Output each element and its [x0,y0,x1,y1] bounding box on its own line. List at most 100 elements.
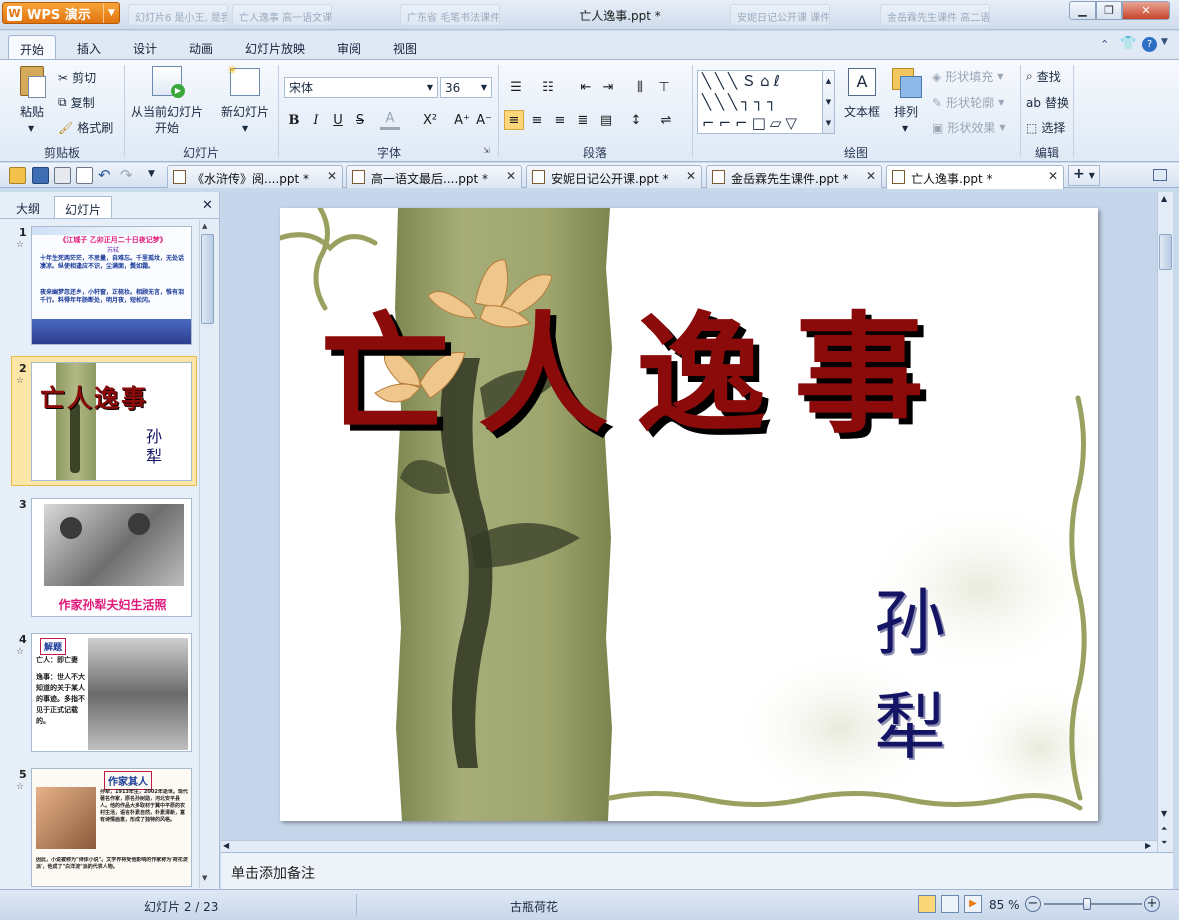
close-pane-icon[interactable]: ✕ [202,198,213,213]
undo-icon[interactable]: ↶ [98,166,111,184]
zoom-slider-track[interactable] [1044,903,1142,905]
scroll-right-icon[interactable]: ▶ [1145,841,1151,850]
shrink-font-button[interactable]: A⁻ [474,110,494,130]
slide-canvas[interactable]: 亡人逸事 孙 犁 [280,208,1098,821]
numbering-button[interactable]: ☷ [538,77,558,97]
help-icon[interactable]: ? [1142,37,1157,52]
thumb-scrollbar[interactable]: ▲ ▼ [199,220,215,888]
print-icon[interactable] [54,167,71,184]
italic-button[interactable]: I [306,110,326,130]
doc-tab[interactable]: 安妮日记公开课.ppt * ✕ [526,165,702,188]
slide-thumbnail[interactable]: 作家其人 孙犁，1913年生，2002年逝世。现代著名作家，原名孙树勋，河北安平… [31,768,192,887]
close-tab-icon[interactable]: ✕ [866,169,876,183]
slide-thumbnail[interactable]: 作家孙犁夫妇生活照 [31,498,192,617]
save-icon[interactable] [32,167,49,184]
normal-view-icon[interactable] [918,895,936,913]
slide-thumbnail-selected[interactable]: 亡人逸事 孙 犁 [31,362,192,481]
replace-button[interactable]: ab 替换 [1026,94,1069,111]
bullets-button[interactable]: ☰ [506,77,526,97]
slideshow-view-icon[interactable]: ▶ [964,895,982,913]
close-tab-icon[interactable]: ✕ [686,169,696,183]
font-color-button[interactable]: A [380,110,400,130]
slide-thumbnail[interactable]: 《江城子 乙卯正月二十日夜记梦》 苏轼 十年生死两茫茫，不思量，自难忘。千里孤坟… [31,226,192,345]
shape-fill-button[interactable]: ◈ 形状填充 ▼ [932,68,1003,85]
ribbon-collapse-icon[interactable]: ⌃ [1100,38,1109,51]
align-center-button[interactable]: ≡ [527,110,547,130]
underline-button[interactable]: U [328,110,348,130]
help-dropdown-icon[interactable]: ▼ [1161,37,1168,47]
slide-author-2[interactable]: 犁 [874,668,946,773]
slide-thumbnail[interactable]: 解题 亡人：即亡妻 逸事：世人不大知道的关于某人的事迹。多指不见于正式记载的。 [31,633,192,752]
grow-font-button[interactable]: A⁺ [452,110,472,130]
decrease-indent-button[interactable]: ⇤ [576,77,596,97]
skin-icon[interactable]: 👕 [1120,36,1136,51]
tab-slides[interactable]: 幻灯片 [54,196,113,218]
prev-slide-icon[interactable]: ⏶ [1161,824,1167,834]
tab-view[interactable]: 视图 [382,35,428,59]
format-painter-button[interactable]: 🖌 格式刷 [58,119,113,136]
shape-gallery[interactable]: ╲╲╲Ｓ⌂ℓ ╲╲╲┐┐┐ ⌐⌐⌐□▱▽ [697,70,823,134]
copy-button[interactable]: ⧉ 复制 [58,94,95,111]
zoom-slider-thumb[interactable] [1083,898,1092,910]
align-left-button[interactable]: ≡ [504,110,524,130]
line-spacing-button[interactable]: ↕ [626,110,646,130]
doc-tab[interactable]: 金岳霖先生课件.ppt * ✕ [706,165,882,188]
align-right-button[interactable]: ≡ [550,110,570,130]
shape-effect-button[interactable]: ▣ 形状效果 ▼ [932,119,1006,136]
doc-tab[interactable]: 高一语文最后....ppt * ✕ [346,165,522,188]
scroll-left-icon[interactable]: ◀ [223,841,229,850]
distribute-button[interactable]: ▤ [596,110,616,130]
redo-icon[interactable]: ↷ [120,166,133,184]
tab-design[interactable]: 设计 [122,35,168,59]
tab-review[interactable]: 审阅 [326,35,372,59]
vertical-scrollbar[interactable]: ▲ ▼ ⏶ ⏷ [1157,192,1173,852]
tab-outline[interactable]: 大纲 [6,196,50,218]
align-text-button[interactable]: ⊤ [654,77,674,97]
strikethrough-button[interactable]: S [350,110,370,130]
close-tab-icon[interactable]: ✕ [1048,169,1058,183]
notes-pane[interactable]: 单击添加备注 [221,852,1173,889]
zoom-out-button[interactable]: − [1025,896,1041,912]
tab-home[interactable]: 开始 [8,35,57,59]
increase-indent-button[interactable]: ⇥ [598,77,618,97]
slide-title[interactable]: 亡人逸事 [320,300,1098,450]
tab-slideshow[interactable]: 幻灯片放映 [234,35,316,59]
restore-pane-icon[interactable] [1153,169,1167,181]
superscript-button[interactable]: X² [420,110,440,130]
wps-menu-button[interactable]: W WPS 演示 ▼ [2,2,120,24]
close-tab-icon[interactable]: ✕ [506,169,516,183]
new-tab-button[interactable]: + ▼ [1068,165,1100,186]
doc-tab[interactable]: 《水浒传》阅....ppt * ✕ [167,165,343,188]
zoom-in-button[interactable]: + [1144,896,1160,912]
tab-animation[interactable]: 动画 [178,35,224,59]
close-tab-icon[interactable]: ✕ [327,169,337,183]
select-button[interactable]: ⬚ 选择 [1026,119,1065,136]
print-preview-icon[interactable] [76,167,93,184]
scroll-thumb[interactable] [201,234,214,324]
slide-author-1[interactable]: 孙 [874,564,946,669]
gallery-scroll[interactable]: ▲ ▼ ▼ [822,70,835,134]
font-family-select[interactable]: 宋体 ▼ [284,77,438,98]
horizontal-scrollbar[interactable]: ◀ ▶ [221,840,1157,852]
doc-tab-active[interactable]: 亡人逸事.ppt * ✕ [886,165,1064,189]
open-icon[interactable] [9,167,26,184]
scroll-up-icon[interactable]: ▲ [202,222,207,230]
bold-button[interactable]: B [284,110,304,130]
tab-insert[interactable]: 插入 [66,35,112,59]
paragraph-spacing-button[interactable]: ⇌ [656,110,676,130]
close-window-button[interactable]: ✕ [1122,1,1170,20]
maximize-button[interactable]: ❐ [1096,1,1122,20]
scroll-thumb[interactable] [1159,234,1172,270]
font-size-select[interactable]: 36 ▼ [440,77,492,98]
find-button[interactable]: ⌕ 查找 [1026,68,1061,85]
shape-outline-button[interactable]: ✎ 形状轮廓 ▼ [932,94,1004,111]
dialog-launcher-icon[interactable]: ⇲ [483,146,490,155]
slide-sorter-icon[interactable] [941,895,959,913]
customize-toolbar-icon[interactable]: ▼ [148,169,155,179]
scroll-down-icon[interactable]: ▼ [1161,809,1167,818]
minimize-button[interactable]: ▁ [1069,1,1096,20]
cut-button[interactable]: ✂ 剪切 [58,69,96,86]
justify-button[interactable]: ≣ [573,110,593,130]
scroll-up-icon[interactable]: ▲ [1161,194,1167,203]
scroll-down-icon[interactable]: ▼ [202,874,207,882]
